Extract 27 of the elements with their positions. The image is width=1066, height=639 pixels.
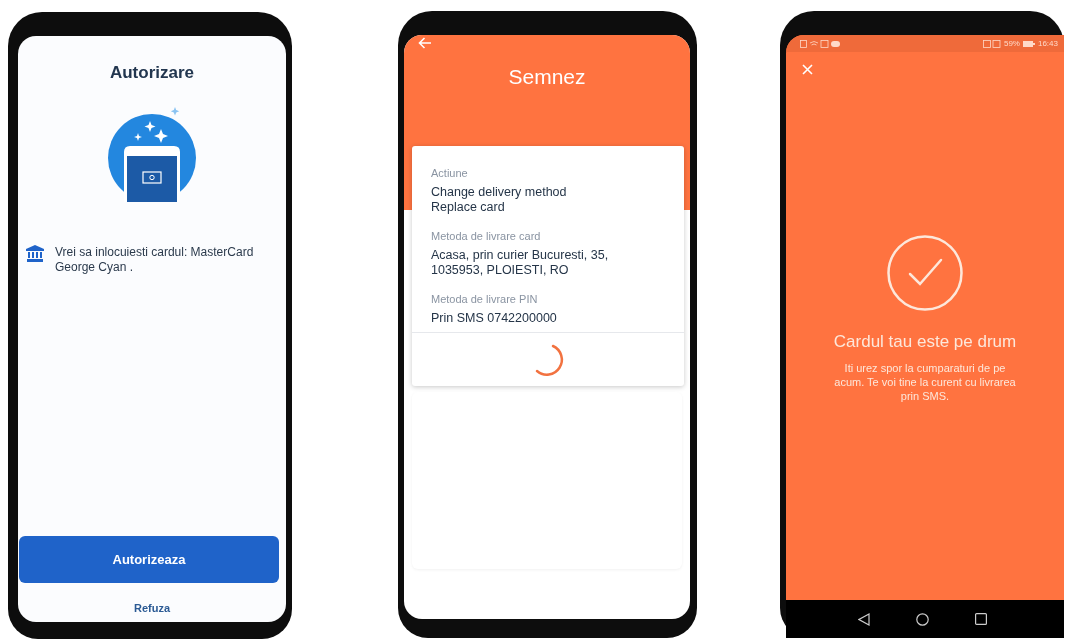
back-arrow-icon[interactable] [418, 37, 432, 49]
home-icon[interactable] [916, 612, 929, 626]
battery-percent: 59% [1003, 39, 1020, 48]
field-label: Actiune [431, 167, 469, 179]
field-value: Replace card [431, 200, 506, 215]
clock: 16:43 [1037, 39, 1058, 48]
signal-icons [982, 39, 1001, 48]
recents-icon[interactable] [975, 613, 987, 625]
field-value: 1035953, PLOIESTI, RO [431, 263, 570, 278]
battery-icon [1022, 40, 1035, 47]
status-icons [800, 39, 840, 48]
refuse-link[interactable]: Refuza [133, 602, 171, 614]
replace-card-message: Vrei sa inlocuiesti cardul: MasterCard George Cyan . [55, 245, 255, 275]
success-title: Cardul tau este pe drum [833, 332, 1017, 352]
field-value: Prin SMS 0742200000 [431, 311, 558, 326]
field-label: Metoda de livrare card [431, 230, 542, 242]
check-circle-icon [886, 234, 964, 312]
screen-title: Semnez [508, 65, 586, 89]
bank-icon [26, 245, 44, 262]
success-message: Iti urez spor la cumparaturi de pe acum. Te voi tine la curent cu livrarea prin SMS. [833, 361, 1017, 403]
close-icon[interactable] [802, 64, 813, 75]
field-value: Change delivery method [431, 185, 568, 200]
field-label: Metoda de livrare PIN [431, 293, 539, 305]
authorize-button[interactable]: Autorizeaza [19, 536, 279, 583]
screen-title: Autorizare [109, 63, 195, 83]
back-icon[interactable] [858, 612, 870, 626]
field-value: Acasa, prin curier Bucuresti, 35, [431, 248, 610, 263]
